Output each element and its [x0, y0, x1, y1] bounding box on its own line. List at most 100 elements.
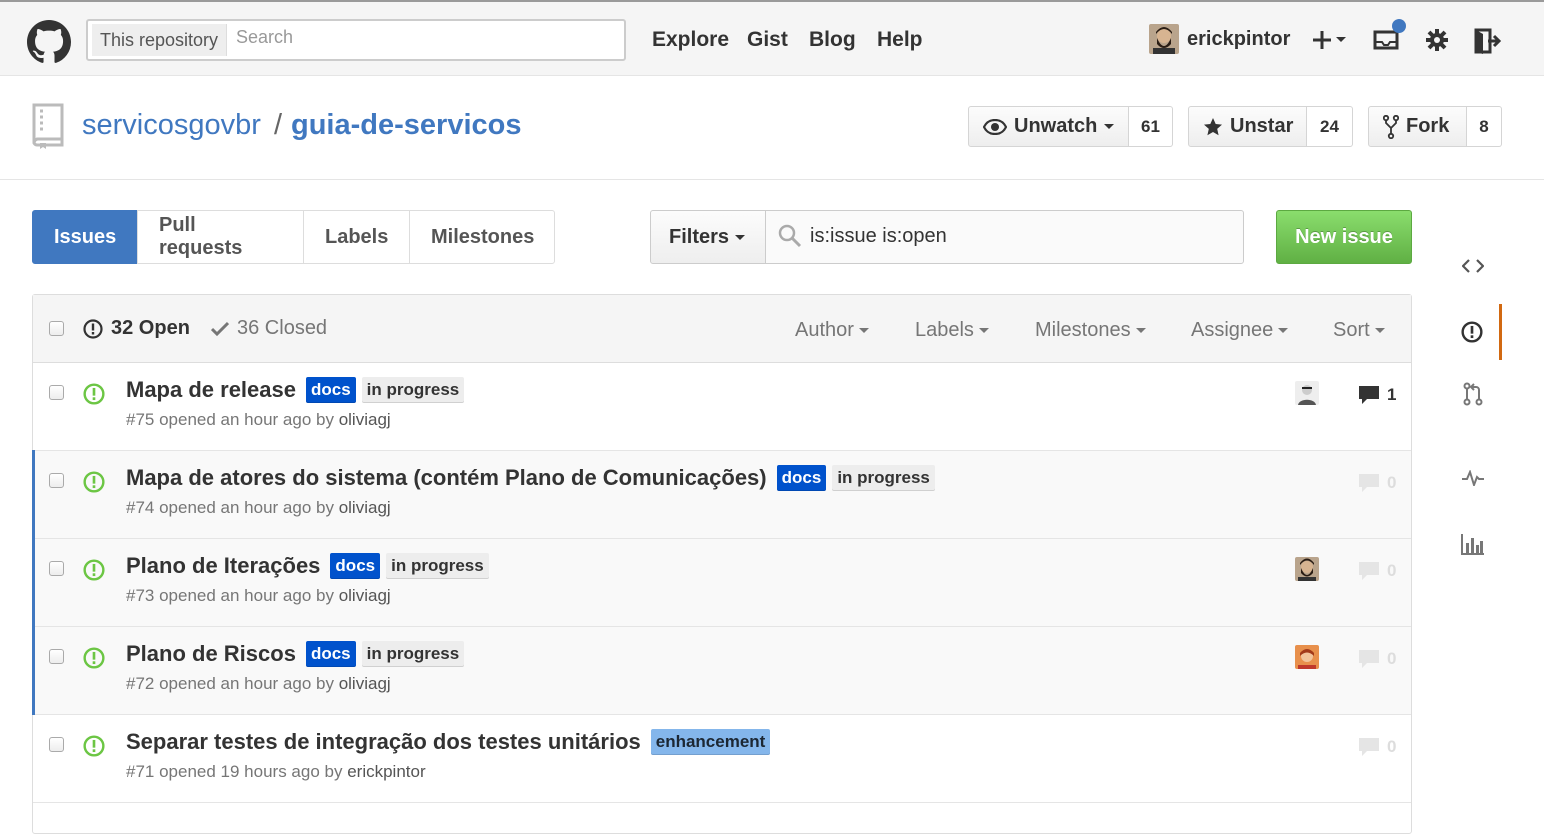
comment-icon [1357, 649, 1381, 669]
closed-issues-tab[interactable]: 36 Closed [211, 317, 327, 340]
comments-link[interactable]: 0 [1357, 561, 1396, 581]
tab-issues[interactable]: Issues [32, 210, 138, 264]
comments-link[interactable]: 0 [1357, 737, 1396, 757]
issue-checkbox[interactable] [49, 561, 64, 576]
label-enhancement[interactable]: enhancement [650, 729, 771, 755]
issue-author-link[interactable]: oliviagj [339, 586, 391, 605]
issue-meta-text: #71 opened 19 hours ago by [126, 762, 343, 781]
label-docs[interactable]: docs [776, 465, 827, 491]
issue-title-link[interactable]: Plano de Riscos [126, 641, 296, 667]
watchers-count[interactable]: 61 [1129, 106, 1173, 147]
issue-author-link[interactable]: oliviagj [339, 410, 391, 429]
issue-author-link[interactable]: oliviagj [339, 498, 391, 517]
issue-title-line: Separar testes de integração dos testes … [126, 729, 771, 755]
unstar-button[interactable]: Unstar [1188, 106, 1307, 147]
user-avatar[interactable] [1149, 24, 1179, 54]
comments-count: 1 [1387, 385, 1397, 404]
issue-row[interactable]: Separar testes de integração dos testes … [33, 715, 1411, 803]
sidebar-item-graphs[interactable] [1444, 516, 1502, 572]
sidebar-item-pull-requests[interactable] [1444, 366, 1502, 422]
issue-checkbox[interactable] [49, 649, 64, 664]
sidebar-item-issues[interactable] [1444, 304, 1502, 360]
issue-row[interactable]: Plano de Iterações docs in progress #73 … [32, 538, 1411, 627]
issues-search-input[interactable]: is:issue is:open [765, 210, 1244, 264]
sort-dropdown[interactable]: Sort [1333, 319, 1385, 342]
assignee-avatar[interactable] [1295, 645, 1319, 669]
plus-icon[interactable] [1313, 29, 1349, 51]
unwatch-button[interactable]: Unwatch [968, 106, 1129, 147]
label-in-progress[interactable]: in progress [832, 465, 935, 491]
issue-checkbox[interactable] [49, 385, 64, 400]
sign-out-icon[interactable] [1474, 28, 1502, 54]
gear-icon[interactable] [1425, 28, 1449, 52]
issue-meta-text: #73 opened an hour ago by [126, 586, 334, 605]
comments-count: 0 [1387, 473, 1397, 492]
nav-explore[interactable]: Explore [652, 28, 729, 52]
comments-link[interactable]: 0 [1357, 649, 1396, 669]
label-in-progress[interactable]: in progress [361, 377, 465, 403]
assignee-avatar[interactable] [1295, 381, 1319, 405]
issue-checkbox[interactable] [49, 737, 64, 752]
fork-group: Fork 8 [1368, 106, 1502, 147]
nav-blog[interactable]: Blog [809, 28, 856, 52]
search-input[interactable]: Search [236, 27, 293, 48]
unstar-label: Unstar [1230, 115, 1294, 137]
comment-icon [1357, 737, 1381, 757]
issue-title-line: Plano de Riscos docs in progress [126, 641, 465, 667]
comments-link[interactable]: 0 [1357, 473, 1396, 493]
repo-owner-link[interactable]: servicosgovbr [82, 109, 261, 142]
filters-dropdown[interactable]: Filters [650, 210, 766, 264]
author-filter[interactable]: Author [795, 319, 869, 342]
chevron-down-icon [1135, 328, 1146, 333]
issue-row[interactable]: Mapa de atores do sistema (contém Plano … [32, 450, 1411, 539]
select-all-checkbox[interactable] [49, 321, 64, 336]
github-logo-icon[interactable] [27, 20, 71, 64]
repo-name-link[interactable]: guia-de-servicos [291, 109, 521, 142]
issue-meta: #72 opened an hour ago by oliviagj [126, 674, 391, 694]
issue-row[interactable]: Mapa de release docs in progress #75 ope… [33, 363, 1411, 451]
issue-author-link[interactable]: oliviagj [339, 674, 391, 693]
open-issues-tab[interactable]: 32 Open [83, 317, 190, 340]
labels-filter[interactable]: Labels [915, 319, 989, 342]
watch-group: Unwatch 61 [968, 106, 1173, 147]
search-icon [778, 224, 802, 248]
issue-row[interactable]: Plano de Riscos docs in progress #72 ope… [32, 626, 1411, 715]
issue-meta-text: #72 opened an hour ago by [126, 674, 334, 693]
label-docs[interactable]: docs [305, 641, 356, 667]
assignee-filter[interactable]: Assignee [1191, 319, 1289, 342]
chevron-down-icon [1374, 328, 1385, 333]
filters-label: Filters [669, 225, 730, 248]
issue-checkbox[interactable] [49, 473, 64, 488]
notifications-icon[interactable] [1372, 18, 1408, 54]
comments-link[interactable]: 1 [1357, 385, 1396, 405]
username[interactable]: erickpintor [1187, 28, 1290, 51]
repo-path-separator: / [274, 109, 283, 141]
nav-help[interactable]: Help [877, 28, 923, 52]
forks-count[interactable]: 8 [1467, 106, 1502, 147]
milestones-filter[interactable]: Milestones [1035, 319, 1146, 342]
sidebar-item-code[interactable] [1444, 238, 1502, 294]
stargazers-count[interactable]: 24 [1307, 106, 1353, 147]
nav-gist[interactable]: Gist [747, 28, 788, 52]
assignee-avatar[interactable] [1295, 557, 1319, 581]
comments-count: 0 [1387, 737, 1397, 756]
fork-label: Fork [1406, 115, 1450, 137]
sidebar-item-pulse[interactable] [1444, 450, 1502, 506]
label-docs[interactable]: docs [305, 377, 356, 403]
issue-title-link[interactable]: Plano de Iterações [126, 553, 320, 579]
label-docs[interactable]: docs [330, 553, 381, 579]
tab-pull-requests[interactable]: Pull requests [137, 210, 304, 264]
issue-title-link[interactable]: Mapa de release [126, 377, 296, 403]
issue-title-link[interactable]: Separar testes de integração dos testes … [126, 729, 641, 755]
label-in-progress[interactable]: in progress [361, 641, 465, 667]
issue-opened-icon [83, 735, 105, 757]
site-search[interactable]: This repository Search [86, 19, 626, 61]
new-issue-button[interactable]: New issue [1276, 210, 1412, 264]
issue-author-link[interactable]: erickpintor [347, 762, 425, 781]
fork-button[interactable]: Fork [1368, 106, 1467, 147]
tab-milestones[interactable]: Milestones [409, 210, 555, 264]
site-header: This repository Search Explore Gist Blog… [0, 0, 1544, 76]
tab-labels[interactable]: Labels [303, 210, 410, 264]
label-in-progress[interactable]: in progress [386, 553, 489, 579]
issue-title-link[interactable]: Mapa de atores do sistema (contém Plano … [126, 465, 767, 491]
